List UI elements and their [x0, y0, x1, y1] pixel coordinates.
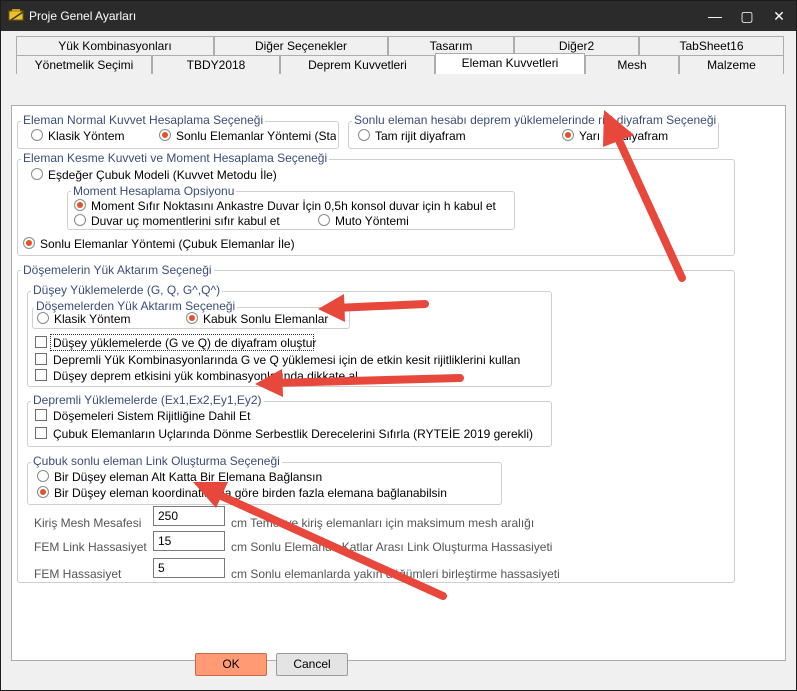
window-title: Proje Genel Ayarları	[29, 9, 137, 23]
link-precision-label: FEM Link Hassasiyet	[34, 540, 147, 554]
link-precision-desc: cm Sonlu Elemanda Katlar Arası Link Oluş…	[231, 540, 553, 554]
vertical-loads-title: Düşey Yüklemelerde (G, Q, G^,Q^)	[31, 283, 223, 297]
dialog-client: Yük Kombinasyonları Diğer Seçenekler Tas…	[1, 31, 796, 690]
tab-yonetmelik-secimi[interactable]: Yönetmelik Seçimi	[16, 55, 152, 74]
radio-link-alt-kat[interactable]	[37, 470, 49, 482]
label-kabuk-sonlu: Kabuk Sonlu Elemanlar	[203, 312, 329, 326]
label-klasik-yontem: Klasik Yöntem	[48, 129, 125, 143]
normal-force-title: Eleman Normal Kuvvet Hesaplama Seçeneği	[21, 113, 266, 127]
label-dusey-diyafram: Düşey yüklemelerde (G ve Q) de diyafram …	[53, 336, 317, 350]
tab-mesh[interactable]: Mesh	[585, 55, 679, 74]
label-link-birden-fazla: Bir Düşey eleman koordinatlarına göre bi…	[54, 486, 447, 500]
tab-tbdy2018[interactable]: TBDY2018	[152, 55, 280, 74]
label-doseme-rijitlik: Döşemeleri Sistem Rijitliğine Dahil Et	[53, 409, 251, 423]
checkbox-dusey-deprem[interactable]	[35, 369, 47, 381]
tab-eleman-kuvvetleri[interactable]: Eleman Kuvvetleri	[435, 53, 585, 74]
radio-muto[interactable]	[318, 214, 330, 226]
label-slab-klasik: Klasik Yöntem	[54, 312, 131, 326]
radio-link-birden-fazla[interactable]	[37, 486, 49, 498]
diaphragm-title: Sonlu eleman hesabı deprem yüklemelerind…	[352, 113, 719, 127]
link-option-title: Çubuk sonlu eleman Link Oluşturma Seçene…	[31, 454, 282, 468]
radio-moment-sifir[interactable]	[74, 199, 86, 211]
label-sonlu-elemanlar-cubuk: Sonlu Elemanlar Yöntemi (Çubuk Elemanlar…	[40, 237, 295, 251]
fem-precision-input[interactable]: 5	[153, 558, 225, 578]
label-sonlu-elemanlar-stat: Sonlu Elemanlar Yöntemi (Stat	[176, 129, 336, 143]
tab-panel: Eleman Normal Kuvvet Hesaplama Seçeneği …	[11, 105, 786, 661]
seismic-loads-title: Depremli Yüklemelerde (Ex1,Ex2,Ey1,Ey2)	[31, 393, 264, 407]
label-link-alt-kat: Bir Düşey eleman Alt Katta Bir Elemana B…	[54, 470, 323, 484]
radio-kabuk-sonlu[interactable]	[186, 312, 198, 324]
radio-klasik-yontem[interactable]	[31, 129, 43, 141]
label-etkin-kesit: Depremli Yük Kombinasyonlarında G ve Q y…	[53, 353, 521, 367]
tab-deprem-kuvvetleri[interactable]: Deprem Kuvvetleri	[280, 55, 435, 74]
maximize-icon[interactable]: ▢	[731, 1, 763, 31]
mesh-distance-label: Kiriş Mesh Mesafesi	[34, 516, 142, 530]
tab-malzeme[interactable]: Malzeme	[679, 55, 784, 74]
radio-tam-rijit[interactable]	[358, 129, 370, 141]
tab-tabsheet16[interactable]: TabSheet16	[639, 36, 784, 55]
slab-title: Döşemelerin Yük Aktarım Seçeneği	[21, 263, 214, 277]
checkbox-dusey-diyafram[interactable]	[35, 336, 47, 348]
mesh-distance-desc: cm Temel ve kiriş elemanları için maksim…	[231, 516, 535, 530]
fem-precision-label: FEM Hassasiyet	[34, 567, 122, 581]
label-tam-rijit: Tam rijit diyafram	[375, 129, 466, 143]
label-moment-sifir: Moment Sıfır Noktasını Ankastre Duvar İç…	[91, 199, 496, 213]
label-yari-rijit: Yarı rijit diyafram	[579, 129, 669, 143]
radio-duvar-uc[interactable]	[74, 214, 86, 226]
tab-yuk-kombinasyonlari[interactable]: Yük Kombinasyonları	[16, 36, 214, 55]
radio-slab-klasik[interactable]	[37, 312, 49, 324]
shear-moment-title: Eleman Kesme Kuvveti ve Moment Hesaplama…	[21, 151, 330, 165]
checkbox-doseme-rijitlik[interactable]	[35, 409, 47, 421]
label-donme-serbestlik: Çubuk Elemanların Uçlarında Dönme Serbes…	[53, 427, 533, 441]
checkbox-donme-serbestlik[interactable]	[35, 427, 47, 439]
close-icon[interactable]: ✕	[763, 1, 795, 31]
moment-option-title: Moment Hesaplama Opsiyonu	[71, 184, 237, 198]
dialog-window: Proje Genel Ayarları — ▢ ✕ Yük Kombinasy…	[0, 0, 797, 691]
transfer-option-title: Döşemelerden Yük Aktarım Seçeneği	[34, 299, 238, 313]
ok-button[interactable]: OK	[195, 653, 267, 676]
radio-esdeger-cubuk[interactable]	[31, 168, 43, 180]
minimize-icon[interactable]: —	[699, 1, 731, 31]
mesh-distance-input[interactable]: 250	[153, 506, 225, 526]
cancel-button[interactable]: Cancel	[276, 653, 348, 676]
label-muto: Muto Yöntemi	[335, 214, 409, 228]
radio-sonlu-elemanlar-stat[interactable]	[159, 129, 171, 141]
radio-sonlu-elemanlar-cubuk[interactable]	[23, 237, 35, 249]
label-dusey-deprem: Düşey deprem etkisini yük kombinasyonlar…	[53, 369, 358, 383]
app-icon	[8, 7, 26, 23]
label-duvar-uc: Duvar uç momentlerini sıfır kabul et	[91, 214, 280, 228]
link-precision-input[interactable]: 15	[153, 531, 225, 551]
radio-yari-rijit[interactable]	[562, 129, 574, 141]
tab-diger-secenekler[interactable]: Diğer Seçenekler	[214, 36, 388, 55]
title-bar: Proje Genel Ayarları — ▢ ✕	[1, 1, 796, 31]
label-esdeger-cubuk: Eşdeğer Çubuk Modeli (Kuvvet Metodu İle)	[48, 168, 277, 182]
checkbox-etkin-kesit[interactable]	[35, 353, 47, 365]
fem-precision-desc: cm Sonlu elemanlarda yakın düğümleri bir…	[231, 567, 560, 581]
